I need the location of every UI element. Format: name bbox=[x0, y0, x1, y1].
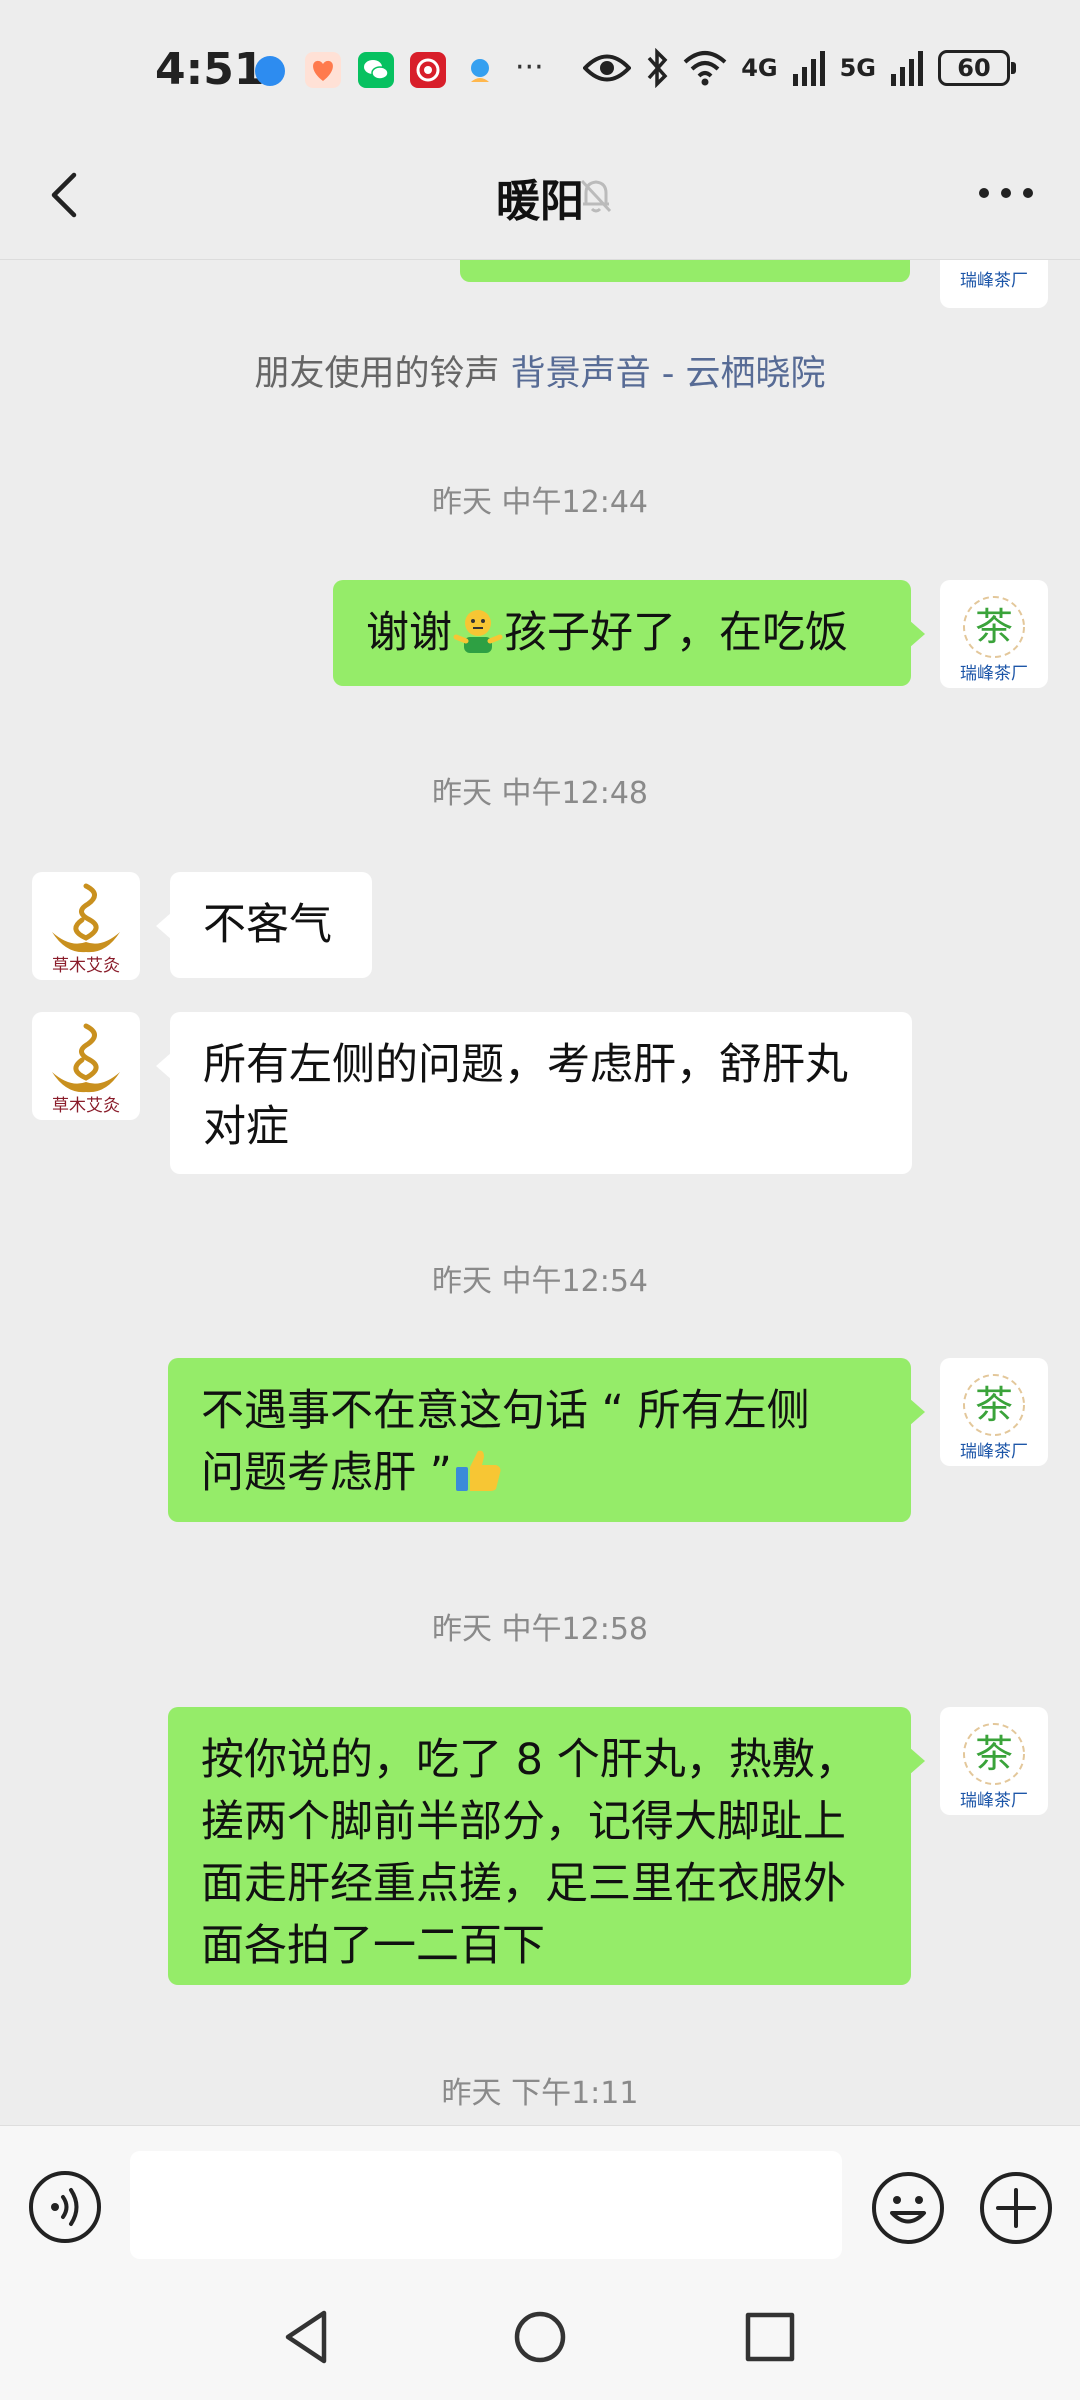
tea-logo-text: 瑞峰茶厂 bbox=[960, 1442, 1028, 1462]
tea-logo-icon: 茶 瑞峰茶厂 bbox=[960, 596, 1028, 684]
assistant-notification-icon bbox=[462, 52, 498, 88]
outgoing-message-bubble[interactable]: 按你说的，吃了 8 个肝丸，热敷， 搓两个脚前半部分，记得大脚趾上 面走肝经重点… bbox=[168, 1707, 925, 1985]
shrug-emoji bbox=[452, 603, 504, 672]
tea-logo-icon: 茶 瑞峰茶厂 bbox=[960, 1374, 1028, 1462]
battery-level: 60 bbox=[957, 54, 991, 82]
contact-avatar[interactable]: 草木艾灸 bbox=[32, 1012, 140, 1120]
outgoing-message-bubble[interactable]: 不遇事不在意这句话 “ 所有左侧 问题考虑肝 ” bbox=[168, 1358, 925, 1522]
more-options-button[interactable] bbox=[968, 163, 1044, 223]
signal-icon-2 bbox=[891, 51, 923, 86]
ringtone-link[interactable]: 背景声音 - 云栖晓院 bbox=[511, 354, 826, 394]
more-functions-button[interactable] bbox=[978, 2170, 1054, 2246]
tea-logo-char: 茶 bbox=[975, 1732, 1013, 1776]
incoming-message-bubble[interactable]: 不客气 bbox=[156, 872, 372, 978]
wechat-notification-icon bbox=[358, 52, 394, 88]
square-recents-icon bbox=[745, 2312, 795, 2362]
eye-icon bbox=[583, 54, 632, 82]
nav-recents-button[interactable] bbox=[738, 2305, 802, 2369]
emoji-button[interactable] bbox=[870, 2170, 946, 2246]
smiley-icon bbox=[872, 2172, 944, 2244]
partial-message-bubble[interactable] bbox=[460, 260, 910, 282]
tea-logo-text: 瑞峰茶厂 bbox=[960, 664, 1028, 684]
nav-home-button[interactable] bbox=[508, 2305, 572, 2369]
ellipsis-icon bbox=[979, 188, 1033, 198]
message-list[interactable]: 瑞峰茶厂 朋友使用的铃声 背景声音 - 云栖晓院 昨天 中午12:44 谢谢 孩子… bbox=[0, 260, 1080, 2125]
self-avatar[interactable]: 茶 瑞峰茶厂 bbox=[940, 580, 1048, 688]
tea-logo-text: 瑞峰茶厂 bbox=[960, 1791, 1028, 1811]
nav-back-button[interactable] bbox=[276, 2305, 340, 2369]
circle-home-icon bbox=[514, 2311, 566, 2363]
outgoing-message-bubble[interactable]: 谢谢 孩子好了，在吃饭 bbox=[333, 580, 925, 686]
contact-avatar[interactable]: 草木艾灸 bbox=[32, 872, 140, 980]
message-timestamp: 昨天 下午1:11 bbox=[441, 2076, 639, 2111]
self-avatar-label: 瑞峰茶厂 bbox=[960, 271, 1028, 291]
tea-logo-char: 茶 bbox=[975, 605, 1013, 649]
input-bar bbox=[0, 2125, 1080, 2277]
moxibustion-logo-text: 草木艾灸 bbox=[52, 1096, 120, 1116]
message-timestamp: 昨天 中午12:58 bbox=[432, 1612, 648, 1647]
bell-off-icon bbox=[574, 173, 618, 217]
thumbs-up-emoji bbox=[452, 1443, 504, 1512]
message-text-line: 面各拍了一二百下 bbox=[201, 1921, 545, 1971]
wifi-icon bbox=[683, 51, 727, 86]
message-text-line: 面走肝经重点搓，足三里在衣服外 bbox=[201, 1859, 846, 1909]
battery-indicator: 60 bbox=[938, 50, 1016, 86]
self-avatar[interactable]: 茶 瑞峰茶厂 bbox=[940, 1707, 1048, 1815]
network-type-1: 4G bbox=[741, 54, 778, 82]
ringtone-notice-text: 朋友使用的铃声 bbox=[254, 354, 511, 394]
message-timestamp: 昨天 中午12:54 bbox=[432, 1264, 648, 1299]
more-notifications-indicator: ··· bbox=[515, 50, 544, 85]
message-timestamp: 昨天 中午12:48 bbox=[432, 776, 648, 811]
message-input[interactable] bbox=[130, 2151, 842, 2259]
self-avatar[interactable]: 茶 瑞峰茶厂 bbox=[940, 1358, 1048, 1466]
moxibustion-logo-icon: 草木艾灸 bbox=[52, 883, 120, 976]
incoming-message-bubble[interactable]: 所有左侧的问题，考虑肝，舒肝丸 对症 bbox=[156, 1012, 912, 1174]
red-app-notification-icon bbox=[410, 52, 446, 88]
bluetooth-icon bbox=[647, 48, 668, 88]
chat-title[interactable]: 暖阳 bbox=[0, 165, 1080, 229]
signal-icon-1 bbox=[792, 51, 825, 86]
message-text-line: 按你说的，吃了 8 个肝丸，热敷， bbox=[201, 1735, 858, 1785]
triangle-back-icon bbox=[285, 2310, 327, 2364]
voice-input-button[interactable] bbox=[28, 2170, 102, 2244]
message-text-line: 所有左侧的问题，考虑肝，舒肝丸 bbox=[203, 1040, 848, 1090]
tea-logo-char: 茶 bbox=[975, 1383, 1013, 1427]
moxibustion-logo-text: 草木艾灸 bbox=[52, 956, 120, 976]
moxibustion-logo-icon: 草木艾灸 bbox=[52, 1023, 120, 1116]
voice-icon bbox=[29, 2171, 101, 2243]
heart-app-notification-icon bbox=[305, 52, 341, 88]
tea-logo-icon: 茶 瑞峰茶厂 bbox=[960, 1723, 1028, 1811]
message-text-line: 搓两个脚前半部分，记得大脚趾上 bbox=[201, 1797, 846, 1847]
ringtone-notice: 朋友使用的铃声 背景声音 - 云栖晓院 bbox=[0, 345, 1080, 396]
message-text: 谢谢 bbox=[366, 608, 452, 658]
status-time: 4:51 bbox=[155, 44, 265, 95]
plus-icon bbox=[980, 2172, 1052, 2244]
system-navigation-bar bbox=[0, 2277, 1080, 2400]
self-avatar[interactable]: 瑞峰茶厂 bbox=[940, 260, 1048, 308]
message-text: 不客气 bbox=[203, 900, 332, 950]
message-text-line: 问题考虑肝 ” bbox=[201, 1448, 452, 1498]
message-notification-icon bbox=[255, 56, 285, 86]
message-text-line: 不遇事不在意这句话 “ 所有左侧 bbox=[201, 1386, 810, 1436]
status-bar: 4:51 ··· 4G 5G 60 bbox=[0, 0, 1080, 135]
message-timestamp: 昨天 中午12:44 bbox=[432, 485, 648, 520]
network-type-2: 5G bbox=[839, 54, 876, 82]
message-text-line: 对症 bbox=[203, 1102, 289, 1152]
message-text: 孩子好了，在吃饭 bbox=[504, 608, 848, 658]
chat-header: 暖阳 bbox=[0, 135, 1080, 260]
